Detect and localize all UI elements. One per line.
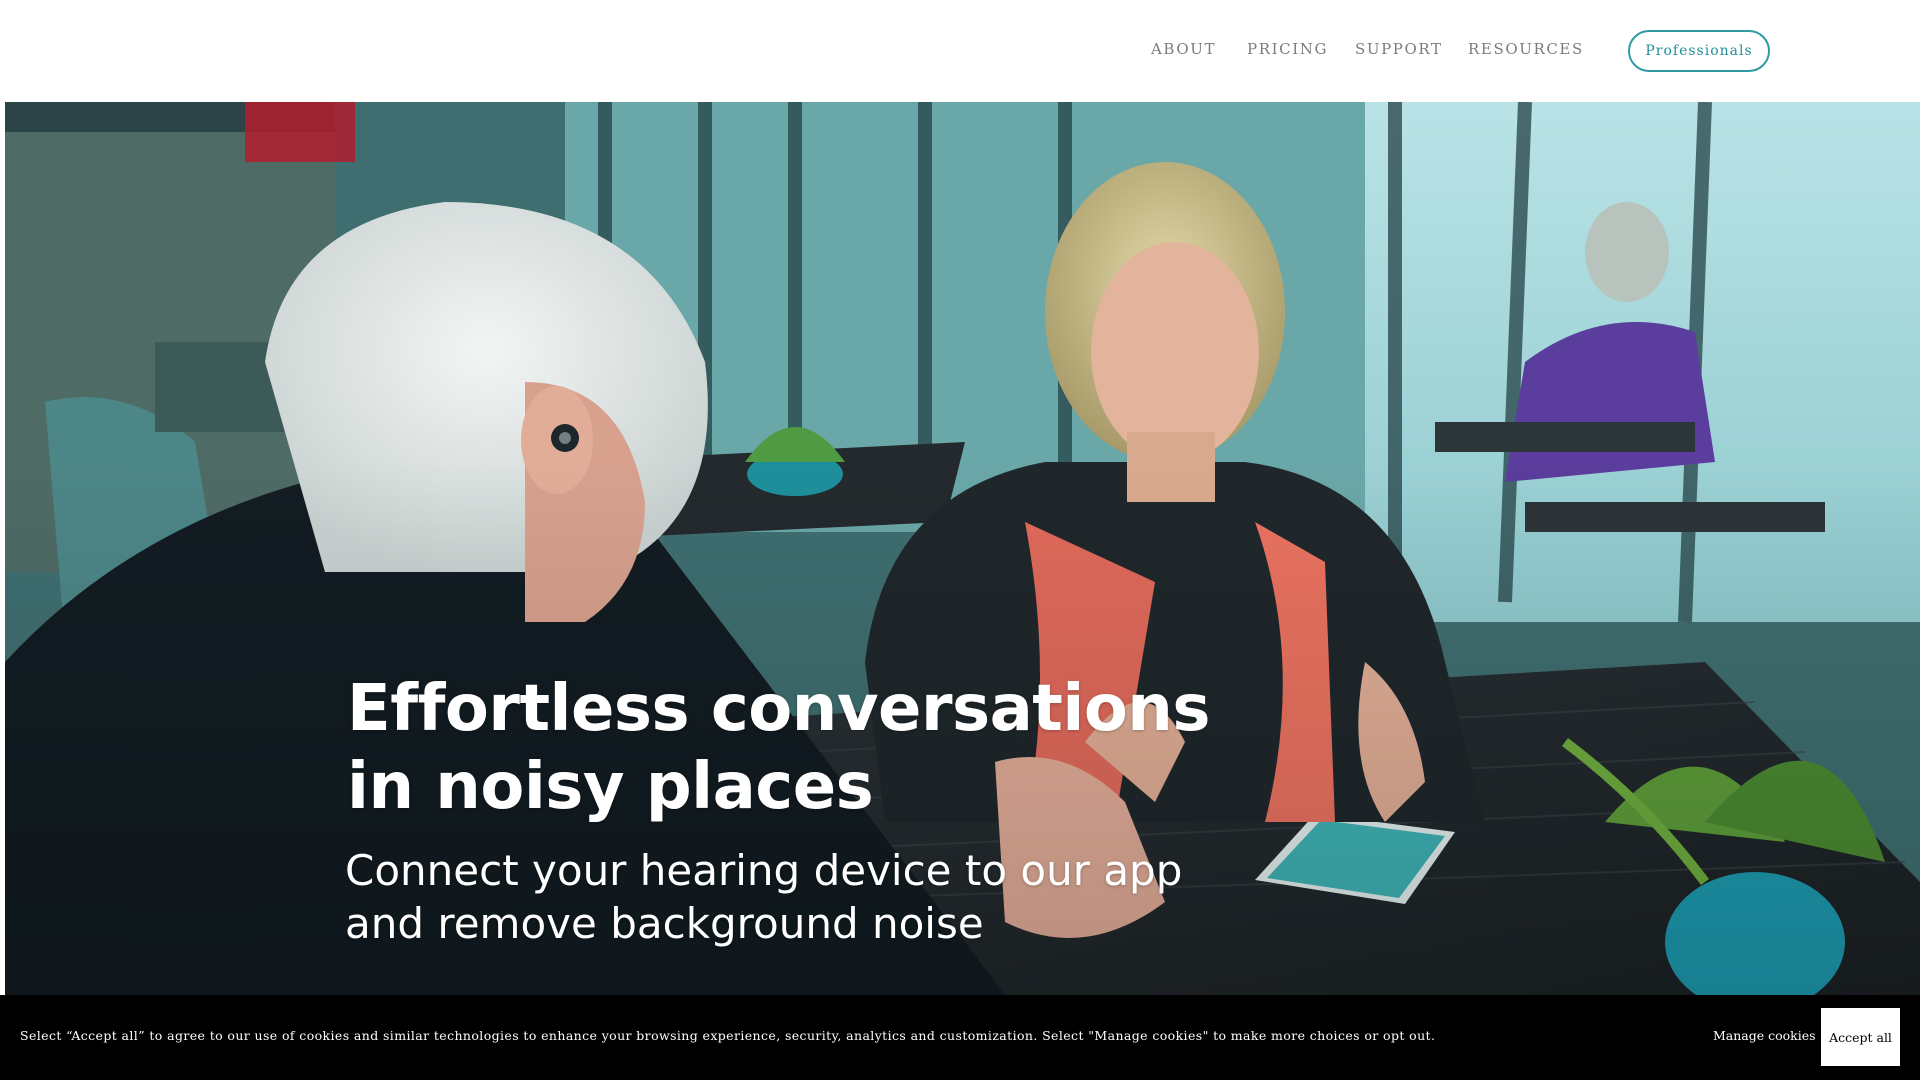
nav-about-link[interactable]: ABOUT	[1151, 40, 1216, 58]
main-nav: ABOUT PRICING SUPPORT RESOURCES Professi…	[0, 0, 1920, 102]
hero-section: Effortless conversations in noisy places…	[5, 102, 1920, 995]
professionals-button[interactable]: Professionals	[1628, 30, 1770, 72]
cookie-banner-text: Select “Accept all” to agree to our use …	[20, 1028, 1436, 1043]
hero-title-line-2: in noisy places	[347, 750, 874, 824]
hero-subtitle-line-1: Connect your hearing device to our app	[345, 846, 1183, 895]
hero-subtitle: Connect your hearing device to our app a…	[345, 844, 1245, 950]
manage-cookies-link[interactable]: Manage cookies	[1713, 1028, 1816, 1043]
hero-subtitle-line-2: and remove background noise	[345, 899, 984, 948]
nav-support-link[interactable]: SUPPORT	[1355, 40, 1443, 58]
hero-title: Effortless conversations in noisy places	[347, 670, 1247, 826]
nav-pricing-link[interactable]: PRICING	[1247, 40, 1328, 58]
nav-resources-link[interactable]: RESOURCES	[1468, 40, 1584, 58]
cookie-banner: Select “Accept all” to agree to our use …	[0, 995, 1920, 1080]
accept-all-button[interactable]: Accept all	[1821, 1008, 1900, 1066]
hero-title-line-1: Effortless conversations	[347, 672, 1210, 746]
site-header: ABOUT PRICING SUPPORT RESOURCES Professi…	[0, 0, 1920, 102]
